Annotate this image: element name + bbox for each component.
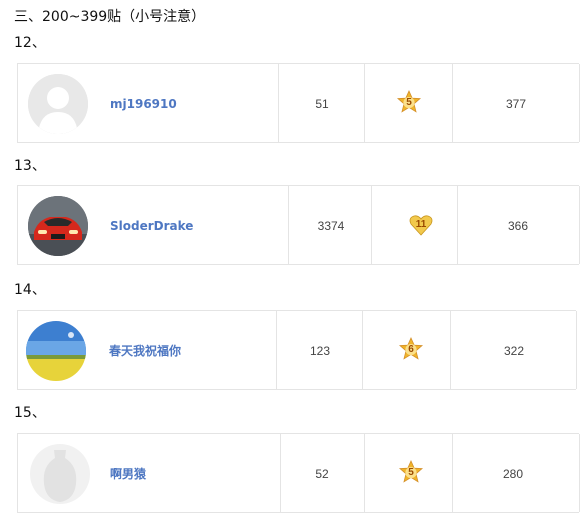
level-number: 5 xyxy=(406,97,412,108)
score-cell: 280 xyxy=(453,434,580,512)
level-number: 6 xyxy=(408,344,414,355)
posts-cell: 51 xyxy=(279,64,365,142)
user-row: 啊男猿 52 5 280 xyxy=(17,433,580,513)
level-number: 11 xyxy=(415,219,427,230)
level-badge: 6 xyxy=(398,337,424,363)
rank-label: 14、 xyxy=(14,282,46,298)
rapeseed-field-icon xyxy=(26,321,86,381)
avatar[interactable] xyxy=(28,74,88,134)
user-row: mj196910 51 5 377 xyxy=(17,63,580,143)
username-link[interactable]: SloderDrake xyxy=(110,218,193,234)
posts-count: 3374 xyxy=(317,219,345,233)
score-value: 322 xyxy=(503,344,525,358)
posts-count: 123 xyxy=(309,344,331,358)
level-cell: 5 xyxy=(365,64,453,142)
score-cell: 366 xyxy=(458,186,580,264)
level-cell: 11 xyxy=(372,186,458,264)
posts-count: 52 xyxy=(315,467,329,481)
level-badge: 11 xyxy=(408,212,434,238)
avatar[interactable] xyxy=(30,444,90,504)
section-title: 三、200~399贴（小号注意） xyxy=(14,9,206,25)
level-cell: 5 xyxy=(365,434,453,512)
score-cell: 322 xyxy=(451,311,577,389)
posts-cell: 123 xyxy=(277,311,363,389)
red-sports-car-icon xyxy=(28,196,88,256)
rank-label: 12、 xyxy=(14,35,46,51)
rank-label: 13、 xyxy=(14,158,46,174)
user-row: SloderDrake 3374 11 366 xyxy=(17,185,580,265)
user-cell: 啊男猿 xyxy=(18,434,281,512)
score-value: 377 xyxy=(505,97,527,111)
rank-label: 15、 xyxy=(14,405,46,421)
level-number: 5 xyxy=(408,467,414,478)
posts-cell: 52 xyxy=(281,434,365,512)
posts-cell: 3374 xyxy=(289,186,372,264)
user-cell: SloderDrake xyxy=(18,186,289,264)
score-value: 366 xyxy=(507,219,529,233)
avatar[interactable] xyxy=(26,321,86,381)
vase-silhouette-icon xyxy=(30,444,90,504)
user-cell: mj196910 xyxy=(18,64,279,142)
score-value: 280 xyxy=(502,467,524,481)
user-cell: 春天我祝福你 xyxy=(18,311,277,389)
level-badge: 5 xyxy=(398,460,424,486)
score-cell: 377 xyxy=(453,64,580,142)
posts-count: 51 xyxy=(315,97,329,111)
level-cell: 6 xyxy=(363,311,451,389)
username-link[interactable]: 啊男猿 xyxy=(110,466,146,482)
user-row: 春天我祝福你 123 6 322 xyxy=(17,310,577,390)
username-link[interactable]: mj196910 xyxy=(110,96,177,112)
level-badge: 5 xyxy=(396,90,422,116)
username-link[interactable]: 春天我祝福你 xyxy=(109,343,181,359)
avatar[interactable] xyxy=(28,196,88,256)
default-avatar-icon xyxy=(28,74,88,134)
